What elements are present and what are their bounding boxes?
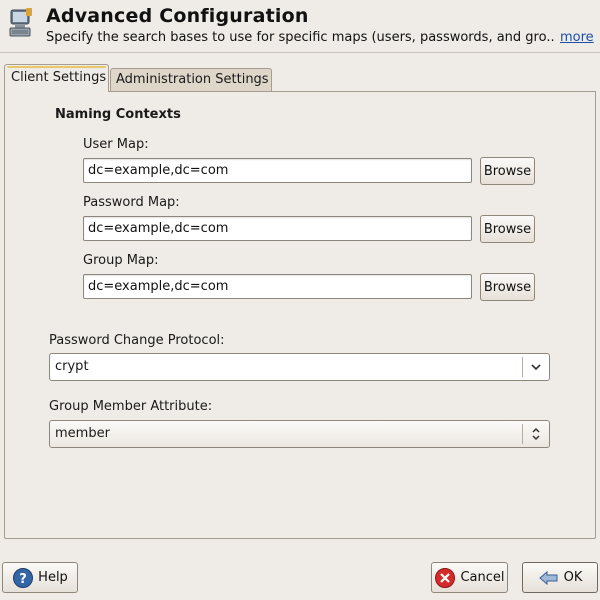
dialog-header: Advanced Configuration Specify the searc… — [0, 0, 600, 52]
cancel-button[interactable]: Cancel — [431, 562, 508, 593]
help-button-label: Help — [38, 570, 68, 585]
cancel-icon — [435, 567, 456, 588]
ok-button[interactable]: OK — [522, 562, 598, 593]
network-computer-icon — [9, 8, 32, 37]
select-divider — [522, 357, 523, 377]
ok-button-label: OK — [563, 570, 583, 585]
group-member-attribute-label: Group Member Attribute: — [49, 399, 213, 414]
password-change-protocol-value: crypt — [55, 359, 89, 374]
group-member-attribute-combo[interactable]: member — [49, 420, 550, 448]
tab-client-settings-label: Client Settings — [11, 70, 107, 85]
user-map-browse-button[interactable]: Browse — [480, 157, 535, 185]
dialog-subtitle: Specify the search bases to use for spec… — [46, 30, 556, 45]
dialog-title: Advanced Configuration — [46, 5, 309, 27]
group-map-browse-button[interactable]: Browse — [480, 273, 535, 301]
header-separator — [0, 52, 600, 53]
more-link[interactable]: more — [560, 30, 594, 45]
tab-client-settings[interactable]: Client Settings — [4, 64, 109, 92]
help-button[interactable]: ? Help — [2, 562, 78, 593]
password-map-label: Password Map: — [83, 195, 180, 210]
group-map-label: Group Map: — [83, 253, 159, 268]
help-icon: ? — [13, 567, 34, 588]
user-map-label: User Map: — [83, 137, 149, 152]
tab-administration-settings[interactable]: Administration Settings — [110, 68, 272, 92]
naming-contexts-title: Naming Contexts — [55, 107, 181, 122]
cancel-button-label: Cancel — [460, 570, 505, 585]
chevron-down-icon — [531, 364, 541, 371]
group-map-input[interactable] — [83, 274, 472, 299]
password-map-input[interactable] — [83, 216, 472, 241]
password-map-browse-button[interactable]: Browse — [480, 215, 535, 243]
password-change-protocol-select[interactable]: crypt — [49, 353, 550, 381]
tab-administration-settings-label: Administration Settings — [116, 72, 269, 87]
combo-divider — [522, 424, 523, 444]
up-down-chevron-icon — [532, 427, 540, 441]
svg-text:?: ? — [19, 572, 27, 587]
password-change-protocol-label: Password Change Protocol: — [49, 333, 225, 348]
user-map-input[interactable] — [83, 158, 472, 183]
group-member-attribute-value: member — [55, 426, 110, 441]
ok-arrow-icon — [538, 570, 558, 585]
